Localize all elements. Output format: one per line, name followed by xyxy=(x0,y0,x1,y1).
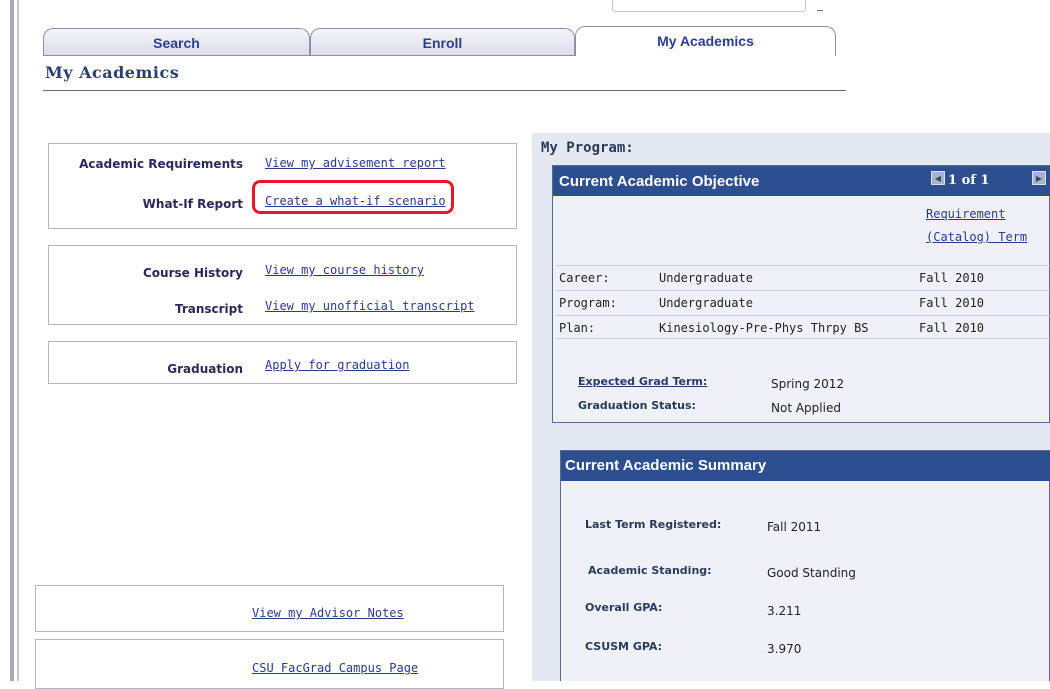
plan-label: Plan: xyxy=(559,321,596,335)
last-term-label: Last Term Registered: xyxy=(585,518,722,531)
tab-search[interactable]: Search xyxy=(43,28,310,56)
advisement-report-link[interactable]: View my advisement report xyxy=(265,156,446,170)
page-title: My Academics xyxy=(45,63,180,82)
plan-value: Kinesiology-Pre-Phys Thrpy BS xyxy=(659,321,869,335)
csusm-gpa-label: CSUSM GPA: xyxy=(585,640,663,653)
academic-standing-value: Good Standing xyxy=(767,566,856,580)
academic-standing-label: Academic Standing: xyxy=(588,564,712,577)
csusm-gpa-value: 3.970 xyxy=(767,642,802,656)
course-history-link[interactable]: View my course history xyxy=(265,263,424,277)
graduation-label: Graduation xyxy=(167,362,243,376)
title-divider xyxy=(43,90,846,91)
overall-gpa-value: 3.211 xyxy=(767,604,802,618)
graduation-status-value: Not Applied xyxy=(771,401,841,415)
expected-grad-term-link[interactable]: Expected Grad Term: xyxy=(578,375,707,388)
career-row: Career: Undergraduate Fall 2010 xyxy=(556,265,1050,289)
academic-objective-title: Current Academic Objective xyxy=(559,173,760,190)
left-frame-border xyxy=(10,0,14,681)
academic-requirements-label: Academic Requirements xyxy=(79,157,243,171)
career-term: Fall 2010 xyxy=(919,271,985,285)
my-program-title: My Program: xyxy=(541,140,634,156)
requirement-term-link-line1[interactable]: Requirement xyxy=(926,207,1005,221)
program-value: Undergraduate xyxy=(659,296,753,310)
transcript-label: Transcript xyxy=(174,302,243,316)
last-term-value: Fall 2011 xyxy=(767,520,822,534)
course-history-label: Course History xyxy=(143,266,243,280)
program-row: Program: Undergraduate Fall 2010 xyxy=(556,290,1050,314)
plan-term: Fall 2010 xyxy=(919,321,985,335)
pager-count: 1 of 1 xyxy=(948,173,990,188)
program-term: Fall 2010 xyxy=(919,296,985,310)
highlight-annotation xyxy=(252,180,454,214)
advisor-notes-link[interactable]: View my Advisor Notes xyxy=(252,606,404,620)
tab-enroll[interactable]: Enroll xyxy=(310,28,575,56)
next-arrow-icon[interactable]: ▶ xyxy=(1032,171,1046,185)
top-search-field[interactable] xyxy=(612,0,806,12)
graduation-status-label: Graduation Status: xyxy=(578,399,696,412)
expected-grad-term-value: Spring 2012 xyxy=(771,377,845,391)
academic-summary-title: Current Academic Summary xyxy=(565,457,767,474)
left-frame-border-inner xyxy=(17,0,19,681)
career-label: Career: xyxy=(559,271,610,285)
career-value: Undergraduate xyxy=(659,271,753,285)
tab-my-academics[interactable]: My Academics xyxy=(575,26,836,56)
program-label: Program: xyxy=(559,296,617,310)
apply-graduation-link[interactable]: Apply for graduation xyxy=(265,358,410,372)
plan-row: Plan: Kinesiology-Pre-Phys Thrpy BS Fall… xyxy=(556,315,1050,339)
requirement-term-link-line2[interactable]: (Catalog) Term xyxy=(926,230,1027,244)
what-if-report-label: What-If Report xyxy=(142,197,243,211)
unofficial-transcript-link[interactable]: View my unofficial transcript xyxy=(265,299,475,313)
tabs-baseline xyxy=(43,55,575,56)
previous-arrow-icon[interactable]: ◀ xyxy=(931,171,945,185)
top-divider xyxy=(817,10,823,11)
campus-page-link[interactable]: CSU FacGrad Campus Page xyxy=(252,661,418,675)
overall-gpa-label: Overall GPA: xyxy=(585,601,663,614)
